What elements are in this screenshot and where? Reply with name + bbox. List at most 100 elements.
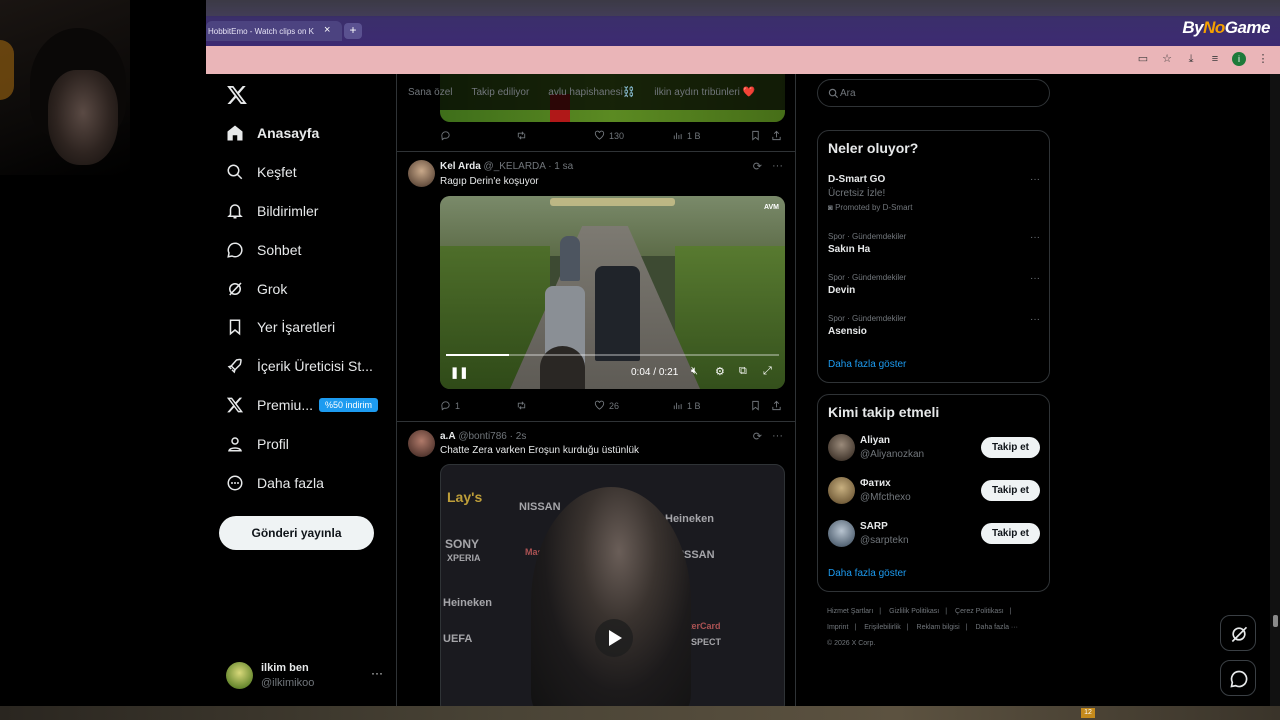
views-button[interactable]: 1 B	[672, 400, 701, 411]
trend-item[interactable]: Spor · Gündemdekiler Sakın Ha ···	[828, 232, 1040, 255]
more-icon[interactable]: ···	[772, 430, 783, 443]
tweet-time[interactable]: · 1 sa	[548, 161, 573, 172]
download-icon[interactable]: ⤓	[1184, 52, 1198, 66]
pip-icon[interactable]: ⧉	[739, 365, 747, 378]
account-switcher[interactable]: ilkim ben @ilkimikoo ···	[226, 660, 386, 692]
sidebar-item-label: Yer İşaretleri	[257, 319, 336, 335]
mute-icon[interactable]: 🔇︎	[691, 365, 698, 378]
follow-name: Фатих	[860, 478, 891, 489]
sidebar-item-more[interactable]: Daha fazla	[226, 470, 324, 496]
sidebar-item-label: Bildirimler	[257, 203, 319, 219]
footer-link-terms[interactable]: Hizmet Şartları	[827, 608, 873, 615]
grok-icon[interactable]: ⟳	[753, 160, 762, 173]
more-icon[interactable]: ···	[1030, 273, 1040, 284]
follow-button[interactable]: Takip et	[981, 437, 1040, 458]
tweet-author-handle[interactable]: @bonti786	[458, 431, 507, 442]
trend-item[interactable]: Spor · Gündemdekiler Asensio ···	[828, 314, 1040, 337]
trend-item[interactable]: Spor · Gündemdekiler Devin ···	[828, 273, 1040, 296]
sidebar-item-profile[interactable]: Profil	[226, 431, 289, 457]
sidebar-item-creator-studio[interactable]: İçerik Üreticisi St...	[226, 353, 373, 379]
search-box[interactable]	[817, 79, 1050, 107]
more-icon[interactable]: ···	[371, 666, 383, 680]
bookmark-icon	[752, 400, 759, 411]
messages-fab[interactable]	[1220, 660, 1256, 696]
footer-link-accessibility[interactable]: Erişilebilirlik	[864, 624, 901, 631]
tweet-author-name[interactable]: a.A	[440, 431, 456, 442]
star-icon[interactable]: ☆	[1160, 52, 1174, 66]
play-button[interactable]	[595, 619, 633, 657]
sidebar-item-notifications[interactable]: Bildirimler	[226, 198, 318, 224]
footer-link-privacy[interactable]: Gizlilik Politikası	[889, 608, 939, 615]
browser-address-bar[interactable]: ▭ ☆ ⤓ ≡ i ⋮	[206, 46, 1280, 74]
footer-link-cookies[interactable]: Çerez Politikası	[955, 608, 1004, 615]
bookmark-icon	[229, 319, 241, 336]
like-button[interactable]: 130	[594, 130, 624, 141]
more-icon[interactable]: ···	[772, 160, 783, 173]
follow-suggestion[interactable]: Фатих @Mfcthexo Takip et	[828, 476, 1040, 506]
avatar[interactable]	[408, 430, 435, 457]
more-icon[interactable]: ···	[1030, 314, 1040, 325]
tweet-time[interactable]: · 2s	[510, 431, 527, 442]
tweet-author-name[interactable]: Kel Arda	[440, 161, 481, 172]
browser-tab-bar: HobbitEmo - Watch clips on K × + ByNoGam…	[206, 0, 1280, 46]
scrollbar[interactable]	[1270, 74, 1280, 706]
grok-fab[interactable]	[1220, 615, 1256, 651]
footer-link-imprint[interactable]: Imprint	[827, 624, 848, 631]
retweet-button[interactable]	[516, 130, 527, 141]
post-button[interactable]: Gönderi yayınla	[219, 516, 374, 550]
new-tab-button[interactable]: +	[344, 23, 362, 39]
fullscreen-icon[interactable]: ⤢	[763, 365, 772, 378]
sidebar-item-label: Premiu...	[257, 397, 314, 413]
footer-link-ads-info[interactable]: Reklam bilgisi	[917, 624, 960, 631]
sidebar-item-explore[interactable]: Keşfet	[226, 159, 297, 185]
search-input[interactable]	[840, 85, 1030, 101]
tab-following[interactable]: Takip ediliyor	[471, 87, 529, 98]
tweet-video[interactable]: Lay's NISSAN Heineken SONY XPERIA Master…	[440, 464, 785, 706]
tab-list-ilkin[interactable]: ilkin aydın tribünleri ❤️	[654, 87, 755, 98]
sponsor-logo: NISSAN	[519, 501, 561, 513]
menu-icon[interactable]: ⋮	[1256, 52, 1270, 66]
browser-tab[interactable]: HobbitEmo - Watch clips on K ×	[206, 21, 342, 41]
x-logo-icon[interactable]	[226, 84, 248, 106]
pause-icon[interactable]: ❚❚	[450, 366, 468, 379]
avatar[interactable]	[408, 160, 435, 187]
more-icon[interactable]: ···	[1030, 232, 1040, 243]
reply-button[interactable]	[440, 130, 455, 141]
show-more-link[interactable]: Daha fazla göster	[828, 359, 906, 370]
follow-button[interactable]: Takip et	[981, 480, 1040, 501]
retweet-button[interactable]	[516, 400, 527, 411]
footer-link-more[interactable]: Daha fazla ···	[976, 624, 1018, 631]
scrollbar-thumb[interactable]	[1273, 615, 1278, 627]
grok-icon[interactable]: ⟳	[753, 430, 762, 443]
like-button[interactable]: 26	[594, 400, 619, 411]
sidebar-item-premium[interactable]: Premiu... %50 indirim	[226, 392, 379, 418]
gear-icon[interactable]: ⚙	[715, 365, 725, 378]
tab-for-you[interactable]: Sana özel	[408, 87, 452, 98]
sidebar-item-grok[interactable]: Grok	[226, 276, 287, 302]
video-progress-bar[interactable]	[446, 354, 779, 356]
tweet-video[interactable]: AVM ❚❚ 0:04 / 0:21 🔇︎ ⚙ ⧉ ⤢	[440, 196, 785, 389]
screen-cast-icon[interactable]: ▭	[1136, 52, 1150, 66]
tweet-author-handle[interactable]: @_KELARDA	[484, 161, 546, 172]
tab-list-avlu[interactable]: avlu hapishanesi⛓️	[548, 87, 635, 98]
follow-suggestion[interactable]: Aliyan @Aliyanozkan Takip et	[828, 433, 1040, 463]
sidebar-item-chat[interactable]: Sohbet	[226, 237, 301, 263]
sidebar-item-home[interactable]: Anasayfa	[226, 120, 319, 146]
bookmark-button[interactable]	[750, 400, 761, 411]
views-button[interactable]: 1 B	[672, 130, 701, 141]
media-controls-icon[interactable]: ≡	[1208, 52, 1222, 66]
profile-icon[interactable]: i	[1232, 52, 1246, 66]
close-icon[interactable]: ×	[324, 24, 330, 36]
follow-suggestion[interactable]: SARP @sarptekn Takip et	[828, 519, 1040, 549]
more-icon[interactable]: ···	[1030, 174, 1040, 185]
reply-button[interactable]: 1	[440, 400, 460, 411]
show-more-link[interactable]: Daha fazla göster	[828, 568, 906, 579]
trend-category: Spor · Gündemdekiler	[828, 314, 907, 323]
sidebar-item-bookmarks[interactable]: Yer İşaretleri	[226, 314, 335, 340]
bookmark-button[interactable]	[750, 130, 761, 141]
follow-button[interactable]: Takip et	[981, 523, 1040, 544]
share-button[interactable]	[771, 400, 782, 411]
retweet-icon	[517, 401, 526, 410]
promoted-trend[interactable]: D-Smart GO Ücretsiz İzle! ◙ Promoted by …	[828, 174, 1040, 212]
share-button[interactable]	[771, 130, 782, 141]
